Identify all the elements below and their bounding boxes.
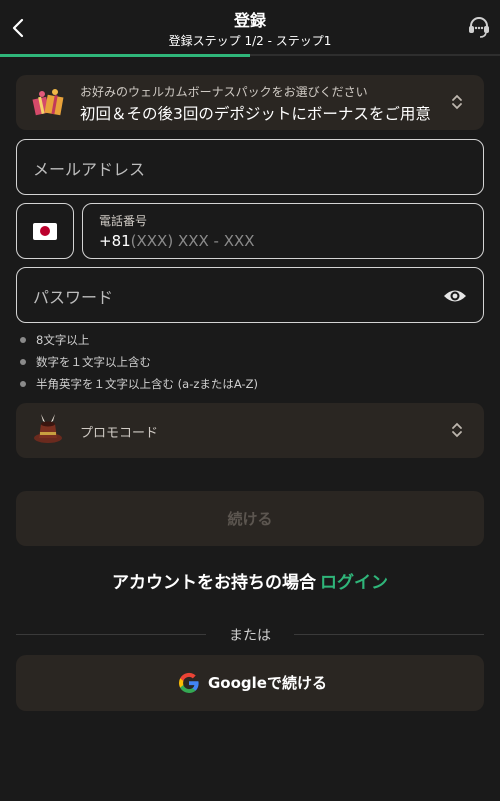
or-divider: または (16, 624, 484, 644)
continue-button-label: 続ける (227, 510, 273, 528)
eye-icon[interactable] (443, 286, 467, 306)
or-divider-text: または (229, 628, 271, 644)
email-field[interactable]: メールアドレス (16, 139, 484, 195)
phone-value: +81(XXX) XXX - XXX (99, 232, 255, 250)
step-subtitle: 登録ステップ 1/2 - ステップ1 (168, 34, 332, 48)
password-rule: 半角英字を１文字以上含む (a-zまたはA-Z) (20, 375, 258, 397)
phone-country-code: +81 (99, 232, 131, 250)
login-link[interactable]: ログイン (320, 573, 388, 593)
continue-button[interactable]: 続ける (16, 491, 484, 546)
chevron-updown-icon (452, 94, 462, 110)
gift-icon (32, 89, 64, 116)
password-rules: 8文字以上 数字を１文字以上含む 半角英字を１文字以上含む (a-zまたはA-Z… (20, 331, 258, 397)
country-code-select[interactable] (16, 203, 74, 259)
password-rule: 数字を１文字以上含む (20, 353, 258, 375)
header: 登録 登録ステップ 1/2 - ステップ1 (0, 0, 500, 57)
login-prompt: アカウントをお持ちの場合 ログイン (0, 568, 500, 593)
step-progress-fill (0, 54, 250, 57)
chevron-updown-icon (452, 422, 462, 438)
promo-code-select[interactable]: プロモコード (16, 403, 484, 458)
bonus-selected-value: 初回＆その後3回のデポジットにボーナスをご用意 (80, 105, 431, 123)
password-field[interactable]: パスワード (16, 267, 484, 323)
phone-label: 電話番号 (99, 214, 148, 228)
promo-code-label: プロモコード (80, 426, 159, 441)
password-placeholder: パスワード (33, 288, 114, 307)
email-placeholder: メールアドレス (33, 160, 146, 179)
password-rule: 8文字以上 (20, 331, 258, 353)
bonus-pack-select[interactable]: お好みのウェルカムボーナスパックをお選びください 初回＆その後3回のデポジットに… (16, 75, 484, 130)
bonus-hint: お好みのウェルカムボーナスパックをお選びください (80, 85, 368, 99)
google-continue-button[interactable]: Googleで続ける (16, 655, 484, 711)
magic-hat-icon (34, 414, 62, 443)
page-title: 登録 (233, 11, 266, 30)
step-progress-track (0, 54, 500, 57)
support-headset-icon[interactable] (466, 14, 492, 40)
phone-mask: (XXX) XXX - XXX (130, 232, 255, 250)
phone-field[interactable]: 電話番号 +81(XXX) XXX - XXX (82, 203, 484, 259)
google-button-label: Googleで続ける (208, 674, 327, 692)
japan-flag-icon (33, 223, 57, 240)
login-prompt-text: アカウントをお持ちの場合 (112, 573, 316, 593)
google-logo-icon (178, 672, 199, 693)
